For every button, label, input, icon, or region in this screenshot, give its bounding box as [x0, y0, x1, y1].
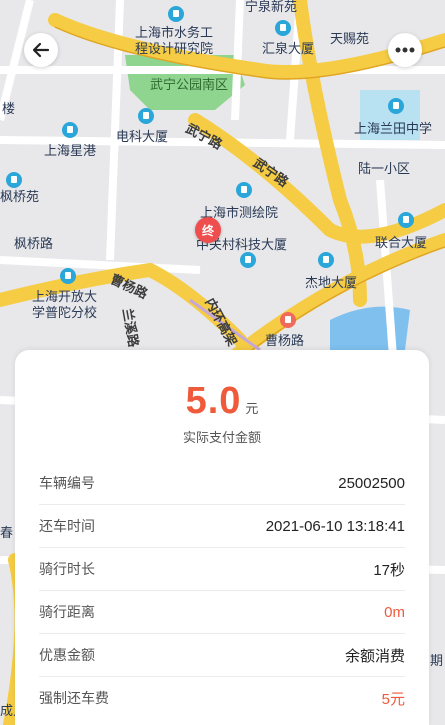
map-poi-icon — [236, 182, 252, 198]
detail-label: 强制还车费 — [39, 691, 109, 707]
map-label: 曹杨路 — [265, 334, 305, 349]
map-label: 学普陀分校 — [32, 306, 98, 321]
detail-label: 骑行距离 — [39, 605, 95, 621]
payment-caption: 实际支付金额 — [182, 431, 261, 446]
back-button[interactable] — [24, 33, 58, 67]
detail-list: 车辆编号 25002500 还车时间 2021-06-10 13:18:41 骑… — [39, 462, 405, 719]
map-label: 联合大厦 — [375, 236, 428, 251]
more-options-button[interactable] — [388, 33, 422, 67]
map-label: 枫桥苑 — [0, 190, 40, 205]
map-label: 楼 — [2, 102, 16, 117]
map-label: 宁泉新苑 — [245, 0, 298, 15]
map-label: 程设计研究院 — [135, 42, 214, 57]
end-location-marker[interactable]: 终 — [195, 217, 221, 243]
detail-label: 骑行时长 — [39, 562, 95, 578]
map-label: 汇泉大厦 — [262, 42, 315, 57]
detail-row-distance: 骑行距离 0m — [39, 591, 405, 634]
payment-amount-row: 5.0 元 — [15, 380, 429, 423]
detail-value: 0m — [384, 603, 405, 621]
map-poi-icon — [138, 108, 154, 124]
detail-row-forced-return-fee: 强制还车费 5元 — [39, 677, 405, 719]
detail-label: 优惠金额 — [39, 648, 95, 664]
payment-amount: 5.0 — [185, 380, 242, 422]
detail-value: 5元 — [381, 690, 405, 708]
map-label: 电科大厦 — [116, 130, 169, 145]
map-poi-icon — [62, 122, 78, 138]
map-label: 枫桥路 — [14, 237, 54, 252]
map-label: 期 — [430, 654, 444, 669]
arrow-left-icon — [32, 42, 50, 58]
ride-summary-card: 5.0 元 实际支付金额 车辆编号 25002500 还车时间 2021-06-1… — [15, 350, 429, 725]
map-label: 陆一小区 — [358, 162, 411, 177]
more-dots-icon — [395, 47, 415, 53]
map-label: 春 — [0, 526, 14, 541]
detail-value: 25002500 — [338, 474, 405, 492]
detail-value: 17秒 — [373, 561, 405, 579]
payment-unit: 元 — [245, 402, 259, 417]
map-poi-icon — [388, 98, 404, 114]
map-poi-icon — [280, 312, 296, 328]
map-label: 上海星港 — [44, 144, 97, 159]
map-poi-icon — [275, 20, 291, 36]
map-poi-icon — [318, 252, 334, 268]
detail-value: 余额消费 — [344, 647, 405, 665]
detail-row-bike-id: 车辆编号 25002500 — [39, 462, 405, 505]
map-poi-icon — [168, 6, 184, 22]
detail-label: 还车时间 — [39, 519, 95, 535]
map-label: 武宁公园南区 — [150, 78, 229, 93]
map-poi-icon — [398, 212, 414, 228]
map-poi-icon — [240, 252, 256, 268]
detail-label: 车辆编号 — [39, 476, 95, 492]
detail-value: 2021-06-10 13:18:41 — [265, 517, 405, 535]
map-poi-icon — [60, 268, 76, 284]
map-label: 天赐苑 — [330, 32, 370, 47]
map-label: 杰地大厦 — [305, 276, 358, 291]
detail-row-duration: 骑行时长 17秒 — [39, 548, 405, 591]
detail-row-discount: 优惠金额 余额消费 — [39, 634, 405, 677]
detail-row-return-time: 还车时间 2021-06-10 13:18:41 — [39, 505, 405, 548]
map-label: 上海兰田中学 — [354, 122, 433, 137]
